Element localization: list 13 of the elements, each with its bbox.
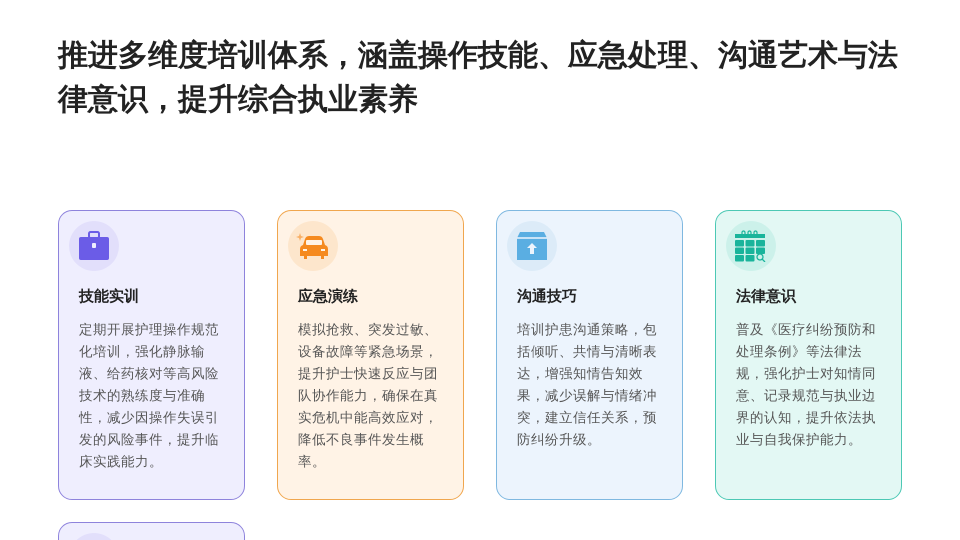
card-text: 培训护患沟通策略，包括倾听、共情与清晰表达，增强知情告知效果，减少误解与情绪冲突，建立信任关系，预防纠纷升级。: [517, 320, 658, 448]
card-title: 技能实训: [79, 287, 140, 307]
card-title: 沟通技巧: [517, 287, 578, 307]
car-icon: [296, 231, 330, 261]
card-text: 普及《医疗纠纷预防和处理条例》等法律法规，强化护士对知情同意、记录规范与执业边界的认知，提升依法执业与自我保护能力。: [736, 320, 877, 448]
card-text: 模拟抢救、突发过敏、设备故障等紧急场景，提升护士快速反应与团队协作能力，确保在真实危机中能高效应对，降低不良事件发生概率。: [298, 320, 439, 470]
card-title: 法律意识: [736, 287, 798, 307]
page-heading: 推进多维度培训体系，涵盖操作技能、应急处理、沟通艺术与法律意识，提升综合执业素养: [58, 38, 899, 118]
card-title: 应急演练: [298, 287, 359, 307]
card-text: 定期开展护理操作规范化培训，强化静脉输液、给药核对等高风险技术的熟练度与准确性，减少因操作失误引发的风险事件，提升临床实践能力。: [79, 320, 220, 470]
toolbox-icon: [78, 231, 110, 261]
box-icon: [516, 231, 548, 261]
calendar-search-icon: [734, 230, 768, 262]
